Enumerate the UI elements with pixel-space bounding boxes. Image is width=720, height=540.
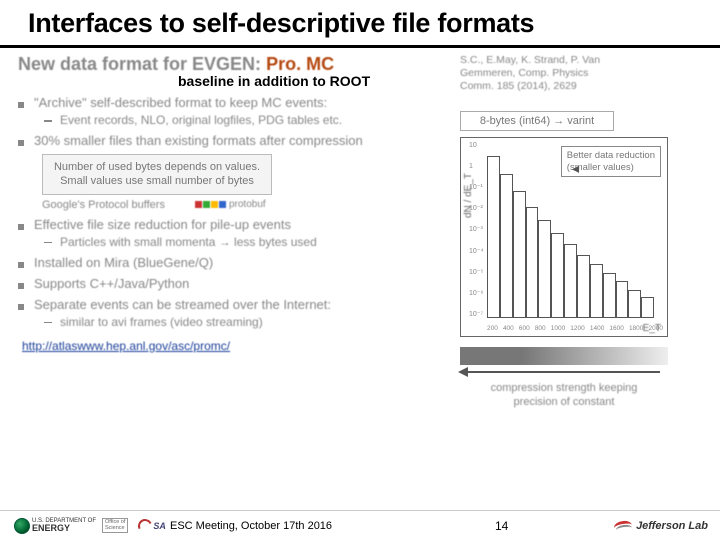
- hist-bar: [487, 156, 500, 319]
- hist-bar: [590, 264, 603, 318]
- bullet-text: Supports C++/Java/Python: [34, 276, 189, 291]
- bullet-1: "Archive" self-described format to keep …: [18, 95, 448, 110]
- box-line-1: Number of used bytes depends on values.: [51, 160, 263, 174]
- subtitle-promc: Pro. MC: [266, 54, 334, 74]
- bullet-2: 30% smaller files than existing formats …: [18, 133, 448, 148]
- caption-l1: compression strength keeping: [460, 382, 668, 396]
- jlab-text: Jefferson Lab: [636, 520, 708, 532]
- logo-sq-yellow: [211, 201, 218, 208]
- bullet-dot: [18, 102, 24, 108]
- jsa-text: SA: [153, 521, 166, 531]
- hist-bar: [513, 191, 526, 318]
- bytes-info-box: Number of used bytes depends on values. …: [42, 154, 272, 195]
- annot-l1: Better data reduction: [567, 150, 655, 161]
- hist-bar: [538, 220, 551, 318]
- sub-dash: [44, 120, 52, 122]
- citation-l3: Comm. 185 (2014), 2629: [460, 80, 698, 93]
- bullet-3: Effective file size reduction for pile-u…: [18, 217, 448, 232]
- left-column: New data format for EVGEN: Pro. MC basel…: [18, 54, 448, 353]
- hist-bar: [551, 233, 564, 319]
- slide: Interfaces to self-descriptive file form…: [0, 0, 720, 540]
- page-title: Interfaces to self-descriptive file form…: [0, 0, 720, 43]
- bullet-dot: [18, 304, 24, 310]
- annotation-arrow-icon: ◂: [572, 160, 579, 177]
- bullet-text: "Archive" self-described format to keep …: [34, 95, 327, 110]
- right-column: S.C., E.May, K. Strand, P. Van Gemmeren,…: [460, 54, 698, 410]
- y-ticks: 10110⁻¹10⁻²10⁻³10⁻⁴10⁻⁵10⁻⁶10⁻⁷: [469, 142, 485, 318]
- hist-bar: [616, 281, 629, 318]
- logo-sq-red: [195, 201, 202, 208]
- sub-dash: [44, 322, 52, 324]
- bullet-dot: [18, 224, 24, 230]
- page-number: 14: [495, 519, 508, 533]
- sub-dash: [44, 242, 52, 244]
- logo-sq-blue: [219, 201, 226, 208]
- title-rule: [0, 45, 720, 48]
- bullet-5: Supports C++/Java/Python: [18, 276, 448, 291]
- promc-link[interactable]: http://atlaswww.hep.anl.gov/asc/promc/: [22, 339, 448, 353]
- varint-box: 8-bytes (int64) → varint: [460, 111, 614, 131]
- office-science-pill: Office of Science: [102, 518, 128, 533]
- bullet-dot: [18, 283, 24, 289]
- protobuf-name: protobuf: [229, 199, 266, 210]
- annot-l2: (smaller values): [567, 162, 655, 173]
- hist-bar: [628, 290, 641, 319]
- hist-bar: [526, 207, 539, 319]
- compression-arrow-icon: [460, 365, 668, 379]
- jlab-logo: Jefferson Lab: [614, 519, 708, 533]
- subtitle-prefix: New data format for EVGEN:: [18, 54, 261, 74]
- bullet-text: 30% smaller files than existing formats …: [34, 133, 363, 148]
- bullet-6-sub-1: similar to avi frames (video streaming): [44, 315, 448, 329]
- jlab-swoosh-icon: [614, 519, 634, 533]
- logo-sq-green: [203, 201, 210, 208]
- caption-l2: precision of constant: [460, 396, 668, 410]
- hist-bar: [603, 273, 616, 319]
- doe-logo: U.S. DEPARTMENT OF ENERGY: [14, 518, 96, 534]
- bullet-1-sub-1: Event records, NLO, original logfiles, P…: [44, 113, 448, 127]
- bullet-dot: [18, 262, 24, 268]
- baseline-note: baseline in addition to ROOT: [178, 73, 448, 89]
- jsa-logo: SA: [138, 519, 166, 533]
- jsa-arc-icon: [136, 517, 154, 535]
- bullet-4: Installed on Mira (BlueGene/Q): [18, 255, 448, 270]
- bullet-text: Effective file size reduction for pile-u…: [34, 217, 291, 232]
- footer: U.S. DEPARTMENT OF ENERGY Office of Scie…: [0, 510, 720, 540]
- bullet-text: Installed on Mira (BlueGene/Q): [34, 255, 213, 270]
- bullet-dot: [18, 140, 24, 146]
- sub-text: Event records, NLO, original logfiles, P…: [60, 113, 342, 127]
- hist-bar: [641, 297, 654, 318]
- protobuf-row: Google's Protocol buffers protobuf: [42, 199, 448, 211]
- citation-l1: S.C., E.May, K. Strand, P. Van: [460, 54, 698, 67]
- protobuf-logo: protobuf: [195, 199, 266, 210]
- protobuf-label: Google's Protocol buffers: [42, 199, 165, 211]
- hist-bar: [564, 244, 577, 319]
- footer-meeting: ESC Meeting, October 17th 2016: [170, 520, 332, 532]
- footer-logos: U.S. DEPARTMENT OF ENERGY Office of Scie…: [14, 518, 166, 534]
- doe-text: U.S. DEPARTMENT OF ENERGY: [32, 518, 96, 533]
- compression-caption: compression strength keeping precision o…: [460, 382, 668, 410]
- compression-gradient-bar: [460, 347, 668, 365]
- histogram-plot: dN / dE_T E_T 10110⁻¹10⁻²10⁻³10⁻⁴10⁻⁵10⁻…: [460, 137, 668, 337]
- office-l2: Science: [105, 526, 125, 532]
- sub-text: similar to avi frames (video streaming): [60, 315, 263, 329]
- x-ticks: 200400600800100012001400160018002000: [487, 325, 663, 332]
- bullet-6: Separate events can be streamed over the…: [18, 297, 448, 312]
- citation: S.C., E.May, K. Strand, P. Van Gemmeren,…: [460, 54, 698, 93]
- citation-l2: Gemmeren, Comp. Physics: [460, 67, 698, 80]
- hist-bar: [577, 255, 590, 319]
- bullet-3-sub-1: Particles with small momenta → less byte…: [44, 235, 448, 249]
- hist-bar: [500, 174, 513, 318]
- doe-line2: ENERGY: [32, 524, 96, 533]
- bullet-text: Separate events can be streamed over the…: [34, 297, 331, 312]
- subtitle: New data format for EVGEN: Pro. MC: [18, 54, 448, 75]
- sub-text: Particles with small momenta → less byte…: [60, 235, 317, 249]
- box-line-2: Small values use small number of bytes: [51, 174, 263, 188]
- doe-seal-icon: [14, 518, 30, 534]
